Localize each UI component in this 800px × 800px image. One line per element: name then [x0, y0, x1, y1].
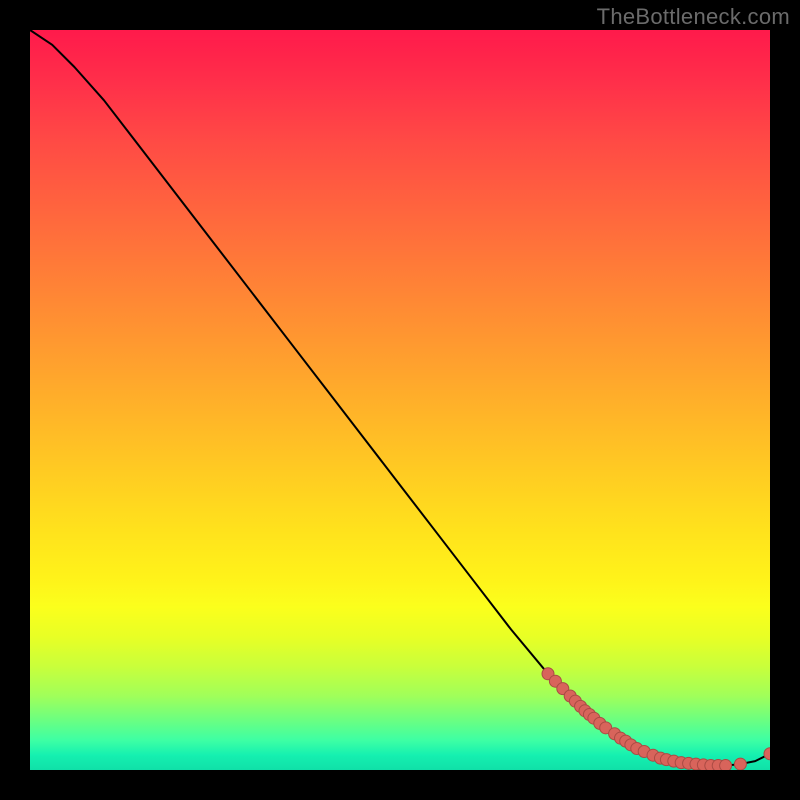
marker-point — [734, 758, 746, 770]
marker-point — [720, 760, 732, 770]
chart-frame: TheBottleneck.com — [0, 0, 800, 800]
bottleneck-curve — [30, 30, 770, 766]
chart-overlay — [30, 30, 770, 770]
marker-point — [764, 748, 770, 760]
watermark-text: TheBottleneck.com — [597, 4, 790, 30]
marker-layer — [542, 668, 770, 770]
